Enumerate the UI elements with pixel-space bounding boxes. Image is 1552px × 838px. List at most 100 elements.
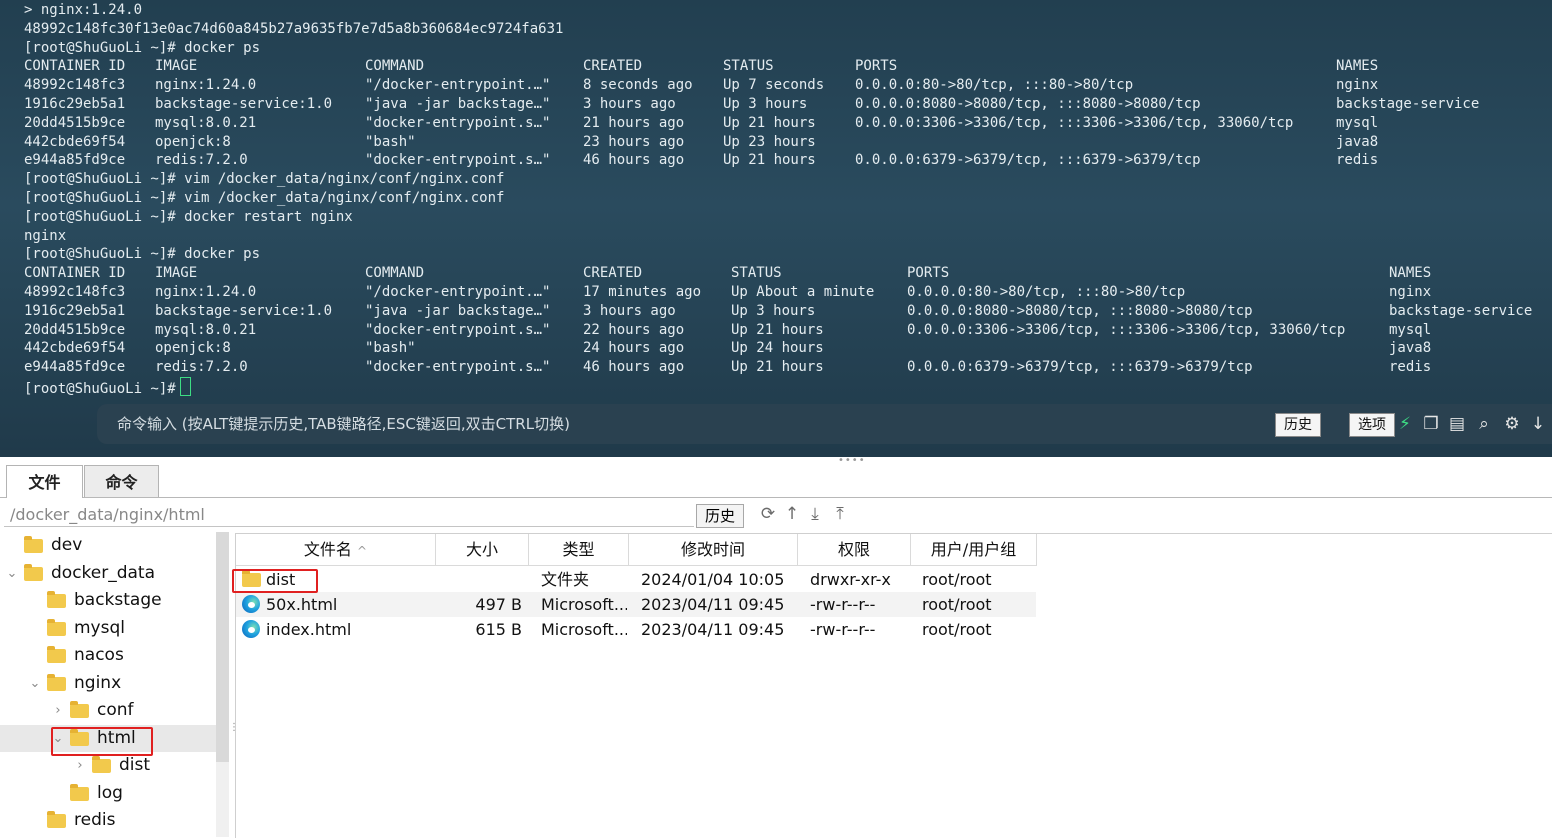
chevron-down-icon[interactable]: ⌄ — [28, 670, 42, 697]
chevron-right-icon[interactable]: › — [51, 697, 65, 724]
search-icon[interactable]: ⌕ — [1474, 414, 1494, 434]
terminal-cursor — [179, 376, 191, 396]
command-history-button[interactable]: 历史 — [1275, 413, 1321, 437]
column-header-name[interactable]: 文件名 ^ — [236, 534, 436, 566]
terminal-cell: Up 7 seconds — [723, 77, 825, 94]
column-header-type[interactable]: 类型 — [529, 534, 629, 566]
copy-icon[interactable]: ❐ — [1421, 414, 1441, 434]
terminal-cell: 46 hours ago — [583, 152, 685, 169]
file-list[interactable]: 文件名 ^ 大小 类型 修改时间 权限 用户/用户组 dist 文件夹 2024/0… — [235, 533, 1552, 838]
tab-commands[interactable]: 命令 — [84, 465, 159, 497]
tree-item-backstage[interactable]: backstage — [0, 587, 216, 614]
terminal-cell: CONTAINER ID — [24, 265, 126, 282]
lightning-icon[interactable]: ⚡ — [1395, 414, 1415, 434]
terminal-cell: e944a85fd9ce — [24, 152, 126, 169]
file-name: 50x.html — [266, 595, 338, 614]
tree-item-redis[interactable]: redis — [0, 807, 216, 834]
folder-icon — [24, 536, 43, 553]
file-type: Microsoft... — [541, 595, 627, 614]
terminal-line: 442cbde69f54 openjck:8 "bash" 23 hours ago U… — [24, 133, 1378, 152]
download-icon[interactable]: ⤓ — [805, 504, 825, 524]
chevron-down-icon[interactable]: ⌄ — [5, 560, 19, 587]
directory-tree[interactable]: dev ⌄ docker_data backstage mysql nacos ⌄ nginx… — [0, 532, 229, 837]
file-modified: 2023/04/11 09:45 — [641, 620, 785, 639]
terminal-line: 20dd4515b9ce mysql:8.0.21 "docker-entrypoi… — [24, 114, 1378, 133]
terminal-line-text: [root@ShuGuoLi ~]# — [24, 380, 176, 397]
file-row[interactable]: index.html 615 B Microsoft... 2023/04/11 09… — [236, 617, 1036, 642]
command-options-button[interactable]: 选项 — [1349, 413, 1395, 437]
terminal-cell: 21 hours ago — [583, 114, 685, 131]
chevron-right-icon[interactable]: › — [73, 752, 87, 779]
file-name: index.html — [266, 620, 352, 639]
terminal-cell: 0.0.0.0:80->80/tcp, :::80->80/tcp — [907, 283, 1186, 300]
terminal-line: > nginx:1.24.0 — [24, 1, 563, 20]
path-input[interactable]: /docker_data/nginx/html — [4, 503, 694, 527]
terminal-cell: openjck:8 — [155, 133, 231, 150]
terminal-cell: 48992c148fc3 — [24, 77, 126, 94]
column-header-size[interactable]: 大小 — [436, 534, 529, 566]
terminal-line-text: nginx — [24, 227, 67, 244]
file-row[interactable]: dist 文件夹 2024/01/04 10:05 drwxr-xr-x root/ro… — [236, 567, 1036, 592]
terminal-cell: backstage-service — [1336, 95, 1480, 112]
tree-item-mysql[interactable]: mysql — [0, 615, 216, 642]
terminal-cell: redis:7.2.0 — [155, 359, 248, 376]
refresh-icon[interactable]: ⟳ — [758, 504, 778, 524]
terminal-cell: "bash" — [365, 133, 416, 150]
terminal-cell: PORTS — [907, 265, 950, 282]
terminal-cell: Up 21 hours — [723, 152, 816, 169]
file-type: 文件夹 — [541, 570, 590, 589]
gear-icon[interactable]: ⚙ — [1502, 414, 1522, 434]
file-size: 615 B — [475, 620, 522, 639]
terminal-line: e944a85fd9ce redis:7.2.0 "docker-entrypoin… — [24, 151, 1378, 170]
command-input-bar[interactable]: 命令输入 (按ALT键提示历史,TAB键路径,ESC键返回,双击CTRL切换) … — [97, 404, 1552, 444]
tree-item-log[interactable]: log — [0, 780, 216, 807]
terminal-panel[interactable]: > nginx:1.24.0 48992c148fc30f13e0ac74d60a… — [0, 0, 1552, 457]
terminal-line: 20dd4515b9ce mysql:8.0.21 "docker-entrypoi… — [24, 321, 1431, 340]
tree-item-dist[interactable]: › dist — [0, 752, 216, 779]
tab-files[interactable]: 文件 — [6, 465, 83, 499]
edge-icon — [242, 620, 260, 638]
terminal-line-text: [root@ShuGuoLi ~]# vim /docker_data/ngin… — [24, 189, 505, 206]
up-icon[interactable]: ↑ — [782, 504, 802, 524]
terminal-cell: Up About a minute — [731, 283, 875, 300]
terminal-cell: nginx:1.24.0 — [155, 77, 257, 94]
terminal-line-text: [root@ShuGuoLi ~]# docker ps — [24, 246, 261, 263]
path-bar: /docker_data/nginx/html 历史 ⟳ ↑ ⤓ ⤒ — [0, 498, 1552, 532]
tree-item-label: redis — [74, 810, 116, 830]
file-row[interactable]: 50x.html 497 B Microsoft... 2023/04/11 09:4… — [236, 592, 1036, 617]
terminal-cell: STATUS — [723, 58, 774, 75]
column-header-modified[interactable]: 修改时间 — [629, 534, 798, 566]
tree-item-label: dist — [119, 755, 151, 775]
terminal-line-text: > nginx:1.24.0 — [24, 2, 143, 18]
terminal-line: 1916c29eb5a1 backstage-service:1.0 "java -… — [24, 95, 1479, 114]
upload-icon[interactable]: ⤒ — [830, 504, 850, 524]
terminal-cell: redis — [1336, 152, 1379, 169]
arrow-down-icon[interactable]: ↓ — [1528, 414, 1548, 434]
folder-icon — [47, 646, 66, 663]
tree-item-label: backstage — [74, 590, 162, 610]
terminal-cell: mysql:8.0.21 — [155, 321, 257, 338]
tree-item-nacos[interactable]: nacos — [0, 642, 216, 669]
command-input-hint[interactable]: 命令输入 (按ALT键提示历史,TAB键路径,ESC键返回,双击CTRL切换) — [117, 404, 570, 444]
file-owner: root/root — [922, 570, 992, 589]
tree-item-label: nacos — [74, 645, 124, 665]
tree-scrollbar-thumb[interactable] — [216, 532, 229, 762]
column-header-permissions[interactable]: 权限 — [798, 534, 911, 566]
tree-item-docker-data[interactable]: ⌄ docker_data — [0, 560, 216, 587]
tree-item-conf[interactable]: › conf — [0, 697, 216, 724]
path-history-button[interactable]: 历史 — [696, 504, 745, 528]
terminal-line: [root@ShuGuoLi ~]# docker ps — [24, 245, 563, 264]
column-header-owner[interactable]: 用户/用户组 — [911, 534, 1037, 566]
terminal-cell: java8 — [1389, 340, 1432, 357]
tree-item-dev[interactable]: dev — [0, 532, 216, 559]
terminal-cell: Up 21 hours — [723, 114, 816, 131]
tree-item-nginx[interactable]: ⌄ nginx — [0, 670, 216, 697]
terminal-cell: redis — [1389, 359, 1432, 376]
terminal-cell: 17 minutes ago — [583, 283, 702, 300]
terminal-cell: "docker-entrypoint.s…" — [365, 114, 551, 131]
file-owner: root/root — [922, 595, 992, 614]
paste-icon[interactable]: ▤ — [1447, 414, 1467, 434]
terminal-cell: Up 24 hours — [731, 340, 824, 357]
terminal-cell: nginx — [1336, 77, 1379, 94]
folder-icon — [70, 784, 89, 801]
